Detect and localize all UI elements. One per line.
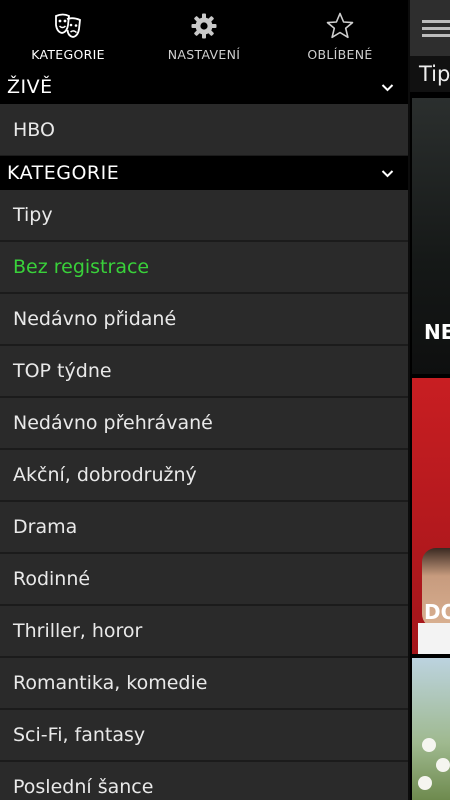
movie-tile[interactable]: NE xyxy=(412,98,450,374)
movie-tile[interactable] xyxy=(412,658,450,800)
navigation-drawer: KATEGORIE NASTAVENÍ OBLÍBENÉ ŽIVĚ HBO KA… xyxy=(0,0,408,800)
section-header-categories[interactable]: KATEGORIE xyxy=(0,156,408,190)
tab-settings[interactable]: NASTAVENÍ xyxy=(136,0,272,70)
tab-favorites[interactable]: OBLÍBENÉ xyxy=(272,0,408,70)
chevron-down-icon xyxy=(381,169,394,178)
menu-item-drama[interactable]: Drama xyxy=(0,502,408,552)
app-bar xyxy=(410,0,450,56)
menu-item-hbo[interactable]: HBO xyxy=(0,104,408,155)
tab-label: NASTAVENÍ xyxy=(167,47,241,62)
tab-categories[interactable]: KATEGORIE xyxy=(0,0,136,70)
movie-tile-title: NE xyxy=(424,320,450,344)
tab-label: KATEGORIE xyxy=(31,47,105,62)
hamburger-menu-icon[interactable] xyxy=(422,16,450,41)
drawer-tabs: KATEGORIE NASTAVENÍ OBLÍBENÉ xyxy=(0,0,408,70)
menu-item-recently-played[interactable]: Nedávno přehrávané xyxy=(0,398,408,448)
theater-masks-icon xyxy=(53,11,83,41)
chevron-down-icon xyxy=(381,83,394,92)
poster-flower xyxy=(418,776,432,790)
poster-flower xyxy=(422,738,436,752)
section-label: Tip xyxy=(410,56,450,92)
main-content-peek: Tip NE DO xyxy=(408,0,450,800)
menu-item-recently-added[interactable]: Nedávno přidané xyxy=(0,294,408,344)
tab-label: OBLÍBENÉ xyxy=(307,47,373,62)
movie-tile-title: DO xyxy=(424,600,450,624)
movie-tile[interactable]: DO xyxy=(412,378,450,654)
section-header-live[interactable]: ŽIVĚ xyxy=(0,70,408,104)
section-title: ŽIVĚ xyxy=(7,76,53,98)
menu-item-scifi-fantasy[interactable]: Sci-Fi, fantasy xyxy=(0,710,408,760)
gear-icon xyxy=(189,11,219,41)
menu-item-romance-comedy[interactable]: Romantika, komedie xyxy=(0,658,408,708)
poster-shirt xyxy=(418,623,450,654)
menu-item-last-chance[interactable]: Poslední šance xyxy=(0,762,408,800)
menu-item-family[interactable]: Rodinné xyxy=(0,554,408,604)
section-title: KATEGORIE xyxy=(7,162,120,184)
menu-item-action-adventure[interactable]: Akční, dobrodružný xyxy=(0,450,408,500)
poster-flower xyxy=(436,758,450,772)
star-icon xyxy=(325,11,355,41)
menu-item-top-week[interactable]: TOP týdne xyxy=(0,346,408,396)
menu-item-tips[interactable]: Tipy xyxy=(0,190,408,240)
menu-item-thriller-horror[interactable]: Thriller, horor xyxy=(0,606,408,656)
menu-item-no-registration[interactable]: Bez registrace xyxy=(0,242,408,292)
